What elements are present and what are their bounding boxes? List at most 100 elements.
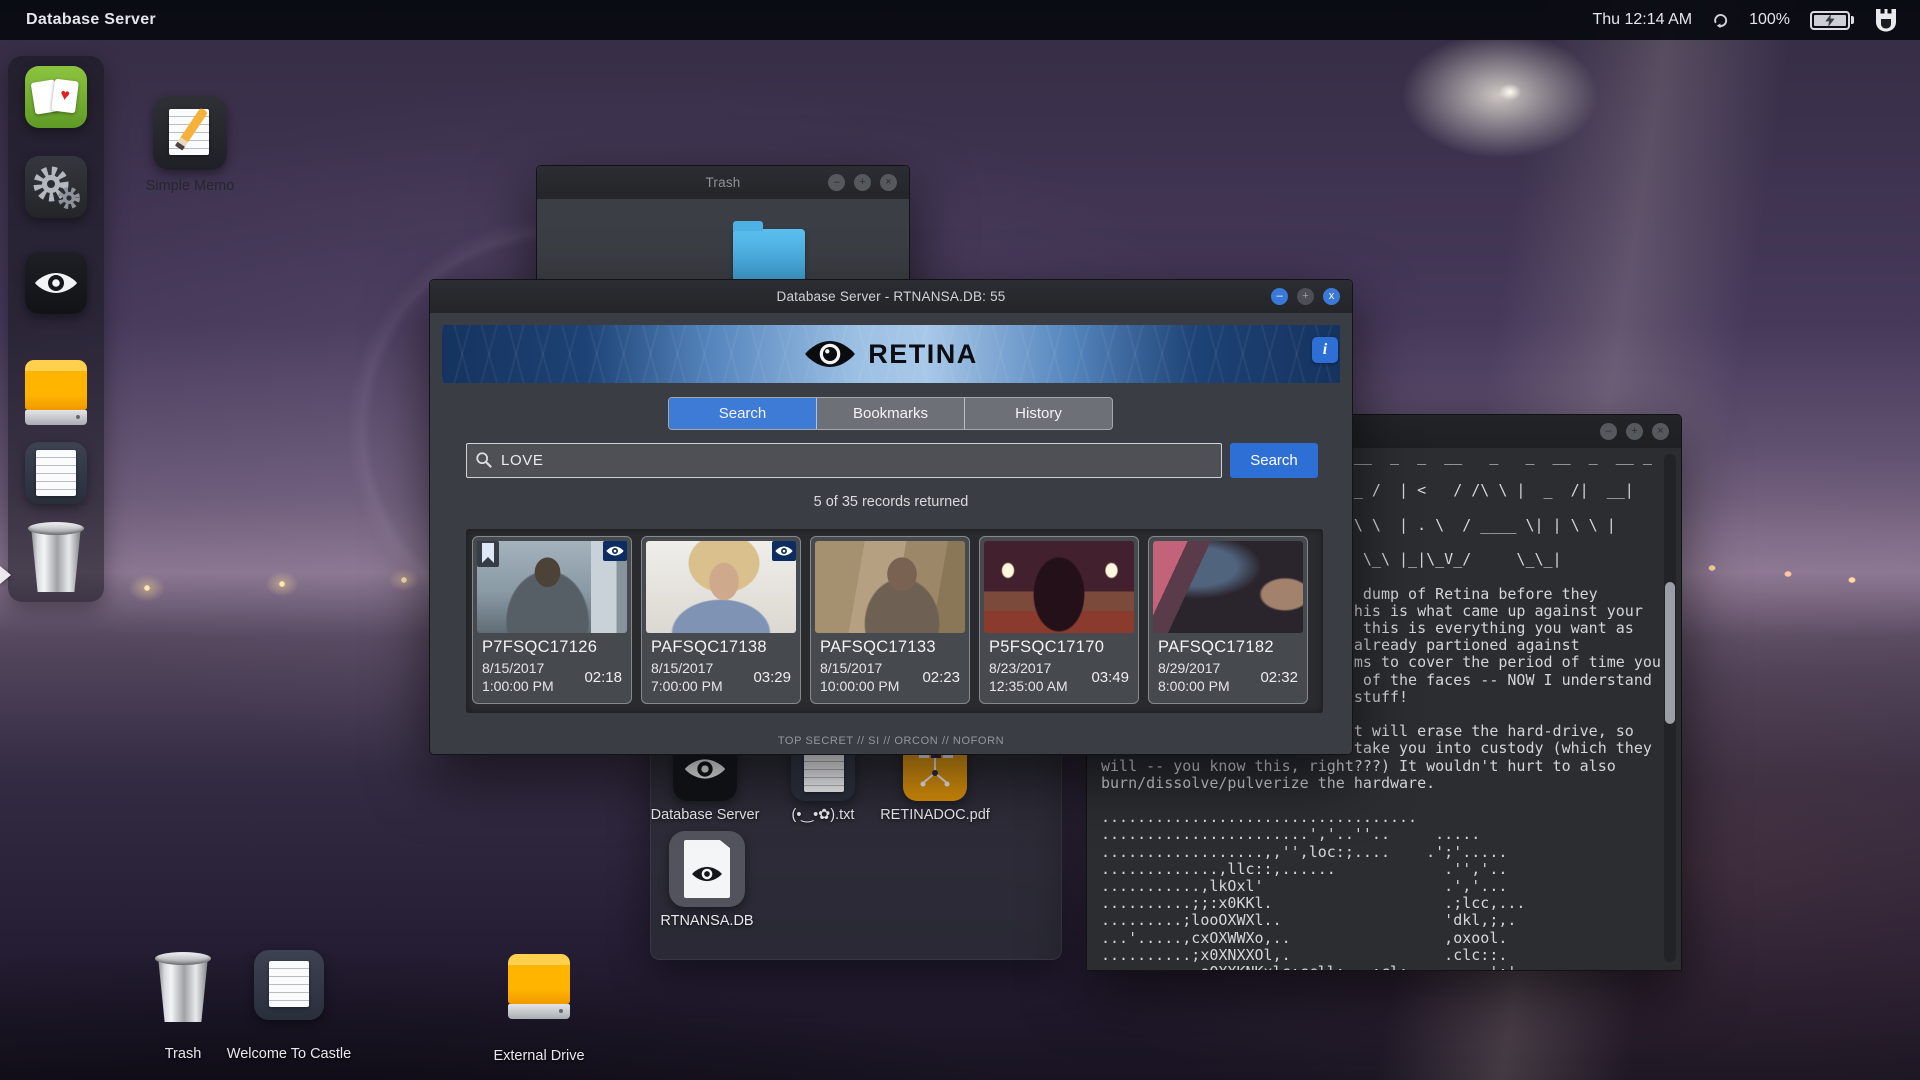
minimize-button[interactable]: –	[828, 174, 845, 191]
record-card[interactable]: PAFSQC17133 8/15/2017 10:00:00 PM 02:23	[810, 536, 970, 704]
eye-icon	[692, 866, 722, 882]
dock-item-notes[interactable]	[25, 442, 87, 504]
record-card[interactable]: P5FSQC17170 8/23/2017 12:35:00 AM 03:49	[979, 536, 1139, 704]
record-card[interactable]: PAFSQC17182 8/29/2017 8:00:00 PM 02:32	[1148, 536, 1308, 704]
record-date: 8/15/2017	[820, 660, 883, 676]
paper-icon	[269, 961, 309, 1007]
minimize-button[interactable]: –	[1271, 288, 1288, 305]
results-summary: 5 of 35 records returned	[813, 494, 969, 510]
dock: ♥	[8, 56, 104, 602]
tab-search[interactable]: Search	[669, 398, 817, 429]
record-card[interactable]: P7FSQC17126 8/15/2017 1:00:00 PM 02:18	[472, 536, 632, 704]
menubar-clock[interactable]: Thu 12:14 AM	[1592, 11, 1692, 29]
gears-icon	[33, 166, 80, 209]
desktop-icon-welcome-to-castle[interactable]: Welcome To Castle	[227, 950, 351, 1062]
scrollbar-thumb[interactable]	[1665, 582, 1675, 724]
document-icon	[684, 840, 730, 898]
records-panel: P7FSQC17126 8/15/2017 1:00:00 PM 02:18 P…	[466, 529, 1323, 713]
scrollbar-track[interactable]	[1664, 454, 1676, 962]
dock-item-trash[interactable]	[28, 522, 84, 594]
window-title: Database Server - RTNANSA.DB: 55	[776, 289, 1006, 304]
record-thumbnail[interactable]	[815, 541, 965, 633]
record-duration: 03:49	[1091, 669, 1129, 686]
record-time: 7:00:00 PM	[651, 678, 723, 694]
maximize-button[interactable]: +	[854, 174, 871, 191]
trash-window-titlebar[interactable]: Trash – + ×	[537, 166, 909, 199]
record-time: 10:00:00 PM	[820, 678, 900, 694]
paper-icon	[36, 450, 76, 496]
record-time: 8:00:00 PM	[1158, 678, 1230, 694]
db-window-titlebar[interactable]: Database Server - RTNANSA.DB: 55 – + x	[430, 280, 1352, 313]
record-id: PAFSQC17133	[820, 638, 936, 656]
desktop-icon-trash[interactable]: Trash	[155, 952, 211, 1062]
menubar-app-title[interactable]: Database Server	[26, 11, 156, 29]
database-server-window: Database Server - RTNANSA.DB: 55 – + x R…	[429, 279, 1353, 755]
dock-item-retina[interactable]	[25, 252, 87, 314]
castle-shield-logo[interactable]	[1874, 7, 1898, 34]
record-thumbnail[interactable]	[1153, 541, 1303, 633]
search-input[interactable]	[466, 443, 1222, 478]
record-date: 8/23/2017	[989, 660, 1052, 676]
folder-icon[interactable]	[733, 221, 805, 283]
record-duration: 02:32	[1260, 669, 1298, 686]
dock-item-external-drive[interactable]	[25, 360, 87, 426]
maximize-button[interactable]: +	[1626, 423, 1643, 440]
menu-bar: Database Server Thu 12:14 AM 100%	[0, 0, 1920, 40]
record-id: P5FSQC17170	[989, 638, 1105, 656]
record-id: PAFSQC17138	[651, 638, 767, 656]
icon-label: Welcome To Castle	[226, 1046, 352, 1062]
window-title: Trash	[705, 175, 741, 190]
close-button[interactable]: ×	[1652, 423, 1669, 440]
record-time: 12:35:00 AM	[989, 678, 1068, 694]
drive-body	[25, 360, 87, 410]
record-id: P7FSQC17126	[482, 638, 598, 656]
record-card[interactable]: PAFSQC17138 8/15/2017 7:00:00 PM 03:29	[641, 536, 801, 704]
retina-banner: RETINA	[442, 325, 1340, 383]
record-duration: 02:18	[584, 669, 622, 686]
dock-item-settings[interactable]	[25, 156, 87, 218]
classification-banner: TOP SECRET // SI // ORCON // NOFORN	[777, 735, 1005, 747]
brand-name: RETINA	[868, 338, 978, 369]
minimize-button[interactable]: –	[1600, 423, 1617, 440]
trash-cup-icon	[31, 528, 81, 592]
record-duration: 02:23	[922, 669, 960, 686]
record-date: 8/15/2017	[651, 660, 714, 676]
eye-icon	[35, 273, 77, 293]
record-duration: 03:29	[753, 669, 791, 686]
icon-label: Simple Memo	[145, 178, 235, 194]
icon-label: RTNANSA.DB	[660, 913, 754, 929]
viewed-eye-icon	[603, 541, 627, 561]
close-button[interactable]: ×	[880, 174, 897, 191]
record-date: 8/29/2017	[1158, 660, 1221, 676]
bookmark-icon	[477, 541, 499, 567]
icon-label: RETINADOC.pdf	[880, 807, 990, 823]
record-thumbnail[interactable]	[984, 541, 1134, 633]
maximize-button[interactable]: +	[1297, 288, 1314, 305]
heart-card-icon: ♥	[51, 78, 79, 114]
desktop-icon-rtnansa-db[interactable]	[669, 831, 745, 907]
tab-bar: Search Bookmarks History	[668, 397, 1113, 430]
trash-cup-rim	[28, 522, 84, 535]
tab-bookmarks[interactable]: Bookmarks	[817, 398, 965, 429]
dock-item-solitaire[interactable]: ♥	[25, 66, 87, 128]
icon-label: External Drive	[493, 1048, 585, 1064]
desktop-icon-external-drive[interactable]: External Drive	[493, 954, 585, 1064]
retina-eye-logo	[805, 341, 856, 367]
close-button[interactable]: x	[1323, 288, 1340, 305]
battery-percent: 100%	[1749, 11, 1790, 28]
desktop-icon-simple-memo[interactable]: Simple Memo	[146, 96, 234, 194]
icon-label: Database Server	[650, 807, 760, 823]
viewed-eye-icon	[772, 541, 796, 561]
icon-label: (•‿•✿).txt	[791, 807, 855, 823]
record-date: 8/15/2017	[482, 660, 545, 676]
sync-icon[interactable]	[1712, 12, 1729, 29]
record-id: PAFSQC17182	[1158, 638, 1274, 656]
info-button[interactable]: i	[1312, 337, 1338, 363]
record-time: 1:00:00 PM	[482, 678, 554, 694]
tab-history[interactable]: History	[965, 398, 1112, 429]
drive-band	[25, 410, 87, 425]
desktop-wallpaper: ♥ Simple Memo Trash – + × Database Serve…	[0, 0, 1920, 1080]
dock-expand-arrow[interactable]	[0, 566, 11, 584]
battery-charging-icon[interactable]	[1810, 10, 1854, 30]
search-button[interactable]: Search	[1230, 443, 1318, 478]
